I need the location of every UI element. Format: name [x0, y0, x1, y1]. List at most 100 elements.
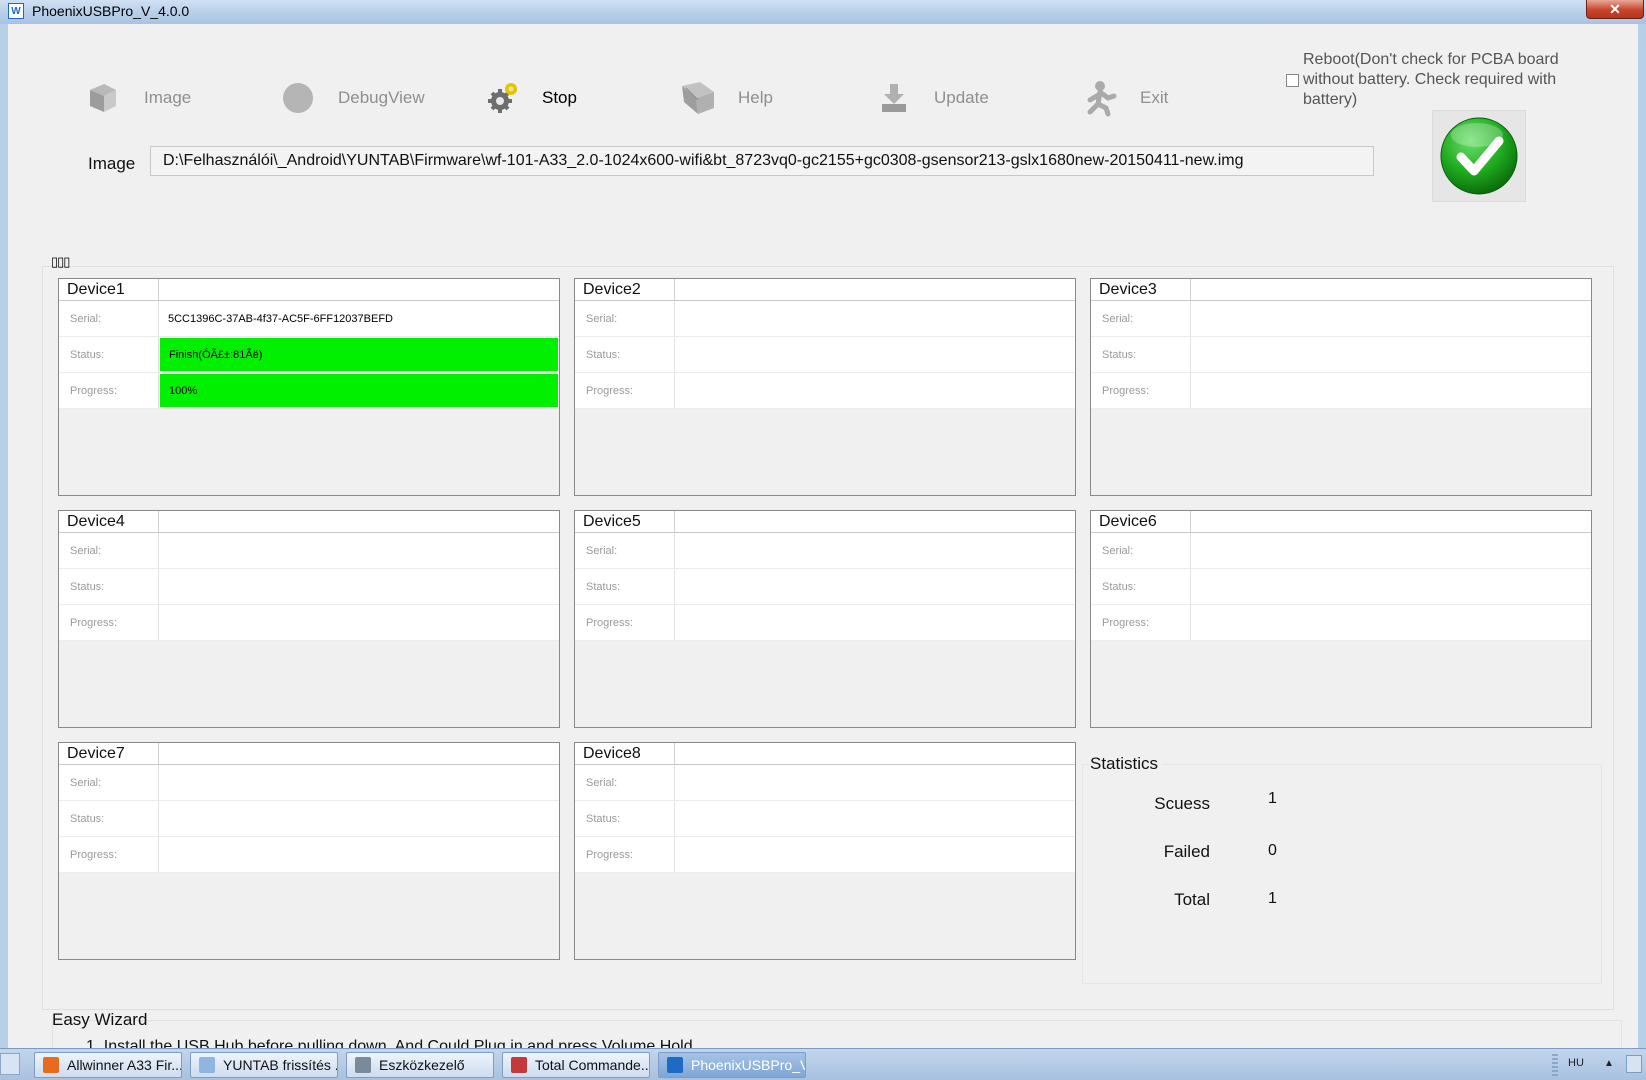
language-indicator[interactable]: HU	[1568, 1057, 1584, 1069]
reboot-checkbox[interactable]	[1286, 74, 1299, 87]
device-header: Device2	[575, 279, 1075, 301]
progress-row: Progress:	[1091, 605, 1591, 641]
progress-label: Progress:	[575, 373, 675, 408]
download-icon	[874, 78, 914, 118]
device-name: Device2	[575, 279, 675, 300]
serial-row: Serial: 5CC1396C-37AB-4f37-AC5F-6FF12037B…	[59, 301, 559, 337]
device-panel-5: Device5 Serial: Status: Progress:	[574, 510, 1076, 728]
failed-count: 0	[1268, 842, 1277, 859]
device-panel-1: Device1 Serial: 5CC1396C-37AB-4f37-AC5F-6F…	[58, 278, 560, 496]
device-header: Device4	[59, 511, 559, 533]
stop-button-label: Stop	[542, 88, 577, 107]
device-header: Device3	[1091, 279, 1591, 301]
status-value	[675, 337, 1075, 372]
progress-row: Progress:	[1091, 373, 1591, 409]
serial-label: Serial:	[575, 533, 675, 568]
progress-row: Progress: 100%	[59, 373, 559, 409]
serial-label: Serial:	[1091, 301, 1191, 336]
device-header: Device7	[59, 743, 559, 765]
taskbar-item-label: YUNTAB frissítés ...	[223, 1057, 338, 1073]
serial-row: Serial:	[575, 765, 1075, 801]
status-label: Status:	[1091, 337, 1191, 372]
status-row: Status:	[59, 569, 559, 605]
taskbar-item[interactable]: Total Commande...	[502, 1052, 650, 1078]
device-name: Device8	[575, 743, 675, 764]
stop-button[interactable]: Stop	[482, 76, 577, 120]
taskbar-item[interactable]: Allwinner A33 Fir...	[34, 1052, 182, 1078]
status-label: Status:	[575, 801, 675, 836]
progress-label: Progress:	[59, 605, 159, 640]
firefox-icon	[43, 1057, 59, 1073]
image-path-label: Image	[88, 154, 136, 173]
serial-value	[675, 301, 1075, 336]
taskbar-item[interactable]: YUNTAB frissítés ...	[190, 1052, 338, 1078]
network-icon[interactable]	[1626, 1055, 1642, 1073]
progress-value	[1191, 605, 1591, 640]
taskbar-item-label: Total Commande...	[535, 1057, 650, 1073]
progress-row: Progress:	[59, 837, 559, 873]
easy-wizard-title: Easy Wizard	[52, 1010, 148, 1029]
circle-icon	[278, 78, 318, 118]
window-titlebar[interactable]: W PhoenixUSBPro_V_4.0.0 ✕	[0, 0, 1646, 24]
device-header: Device1	[59, 279, 559, 301]
serial-row: Serial:	[575, 301, 1075, 337]
serial-row: Serial:	[59, 533, 559, 569]
confirm-button[interactable]	[1432, 110, 1526, 202]
debugview-button[interactable]: DebugView	[278, 76, 425, 120]
window-title: PhoenixUSBPro_V_4.0.0	[32, 3, 190, 19]
image-button[interactable]: Image	[84, 76, 191, 120]
device-name: Device3	[1091, 279, 1191, 300]
success-label: Scuess	[1154, 794, 1210, 813]
status-label: Status:	[59, 569, 159, 604]
status-label: Status:	[59, 801, 159, 836]
running-man-icon	[1080, 78, 1120, 118]
status-value	[675, 801, 1075, 836]
status-label: Status:	[59, 337, 159, 372]
devices-group-title: ▯▯▯	[51, 254, 70, 269]
serial-value	[159, 533, 559, 568]
progress-value	[675, 373, 1075, 408]
device-panel-7: Device7 Serial: Status: Progress:	[58, 742, 560, 960]
status-value	[159, 569, 559, 604]
progress-row: Progress:	[575, 373, 1075, 409]
start-button[interactable]	[0, 1053, 20, 1075]
taskbar-item[interactable]: Eszközkezelő	[346, 1052, 494, 1078]
serial-label: Serial:	[1091, 533, 1191, 568]
image-path-field[interactable]: D:\Felhasználói\_Android\YUNTAB\Firmware…	[150, 146, 1374, 176]
progress-label: Progress:	[1091, 605, 1191, 640]
update-button[interactable]: Update	[874, 76, 989, 120]
close-window-button[interactable]: ✕	[1586, 0, 1644, 19]
serial-value	[675, 765, 1075, 800]
exit-button[interactable]: Exit	[1080, 76, 1168, 120]
help-button[interactable]: Help	[678, 76, 773, 120]
debugview-button-label: DebugView	[338, 88, 425, 107]
progress-value	[159, 605, 559, 640]
device-panel-8: Device8 Serial: Status: Progress:	[574, 742, 1076, 960]
status-row: Status:	[1091, 337, 1591, 373]
main-window: Image DebugView Stop Help Update Exit Re…	[10, 26, 1636, 1048]
total-label: Total	[1174, 890, 1210, 909]
package-icon	[84, 78, 124, 118]
status-label: Status:	[575, 337, 675, 372]
serial-row: Serial:	[1091, 533, 1591, 569]
progress-label: Progress:	[575, 605, 675, 640]
taskbar: Allwinner A33 Fir... YUNTAB frissítés ...…	[0, 1048, 1646, 1080]
device-name: Device1	[59, 279, 159, 300]
image-button-label: Image	[144, 88, 192, 107]
book-icon	[678, 78, 718, 118]
app-icon: W	[8, 3, 24, 19]
taskbar-item-label: PhoenixUSBPro_V...	[691, 1057, 805, 1073]
help-button-label: Help	[738, 88, 773, 107]
failed-label: Failed	[1163, 842, 1210, 861]
taskbar-item[interactable]: PhoenixUSBPro_V...	[658, 1052, 806, 1078]
device-name: Device5	[575, 511, 675, 532]
serial-label: Serial:	[59, 533, 159, 568]
serial-value	[1191, 533, 1591, 568]
serial-value: 5CC1396C-37AB-4f37-AC5F-6FF12037BEFD	[168, 313, 393, 325]
tray-grip[interactable]	[1552, 1054, 1558, 1076]
status-label: Status:	[1091, 569, 1191, 604]
tray-expand-icon[interactable]: ▲	[1604, 1058, 1614, 1069]
progress-value	[159, 837, 559, 872]
device-manager-icon	[355, 1057, 371, 1073]
progress-value	[1191, 373, 1591, 408]
